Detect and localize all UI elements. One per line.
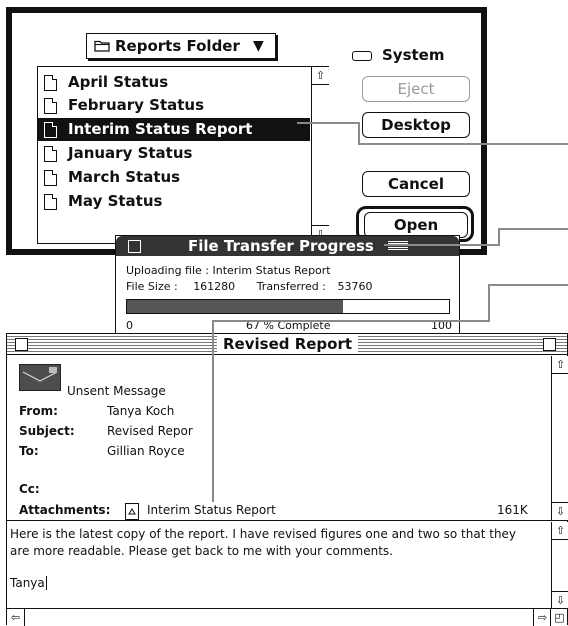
- titlebar-stripes: [388, 241, 408, 251]
- text-cursor: [45, 576, 47, 590]
- file-name: April Status: [68, 73, 169, 91]
- folder-icon: [94, 40, 110, 52]
- callout-line: [212, 320, 490, 322]
- file-list-item-selected[interactable]: Interim Status Report: [38, 118, 310, 141]
- desktop-button[interactable]: Desktop: [362, 112, 470, 138]
- message-body-line: are more readable. Please get back to me…: [10, 544, 393, 558]
- signature-text: Tanya: [10, 576, 45, 590]
- file-list-item[interactable]: January Status: [38, 142, 310, 165]
- file-list-item[interactable]: March Status: [38, 166, 310, 189]
- file-transfer-titlebar[interactable]: File Transfer Progress: [116, 236, 459, 256]
- envelope-graphic: [22, 367, 58, 382]
- transferred-label: Transferred :: [256, 280, 326, 293]
- from-label: From:: [19, 404, 58, 418]
- scroll-left-icon[interactable]: ⇦: [7, 609, 25, 626]
- callout-line: [358, 143, 568, 145]
- transfer-progress-bar: [126, 299, 450, 314]
- open-file-dialog: Reports Folder ▼ April Status February S…: [6, 7, 487, 255]
- close-box-icon[interactable]: [128, 240, 141, 253]
- file-list[interactable]: April Status February Status Interim Sta…: [37, 66, 329, 244]
- file-name: March Status: [68, 168, 181, 186]
- close-box-icon[interactable]: [15, 338, 28, 351]
- file-list-scrollbar[interactable]: ⇧ ⇩: [311, 67, 329, 243]
- to-field[interactable]: Gillian Royce: [107, 444, 185, 458]
- scroll-up-icon[interactable]: ⇧: [552, 522, 568, 540]
- attachment-size: 161K: [497, 503, 528, 517]
- to-label: To:: [19, 444, 39, 458]
- callout-line: [488, 284, 490, 322]
- file-name: January Status: [68, 144, 193, 162]
- file-list-item[interactable]: May Status: [38, 190, 310, 213]
- uploading-line: Uploading file : Interim Status Report: [126, 264, 331, 277]
- message-status: Unsent Message: [67, 384, 166, 398]
- message-window-title: Revised Report: [217, 334, 359, 354]
- document-icon: [44, 146, 57, 162]
- message-body[interactable]: Here is the latest copy of the report. I…: [10, 526, 546, 592]
- file-name: Interim Status Report: [68, 120, 253, 138]
- file-size-line: File Size : 161280 Transferred : 53760: [126, 280, 372, 293]
- callout-line: [498, 228, 500, 246]
- file-list-item[interactable]: February Status: [38, 94, 310, 117]
- disk-name: System: [352, 45, 444, 65]
- folder-popup-menu[interactable]: Reports Folder ▼: [86, 33, 276, 59]
- document-icon: [44, 122, 57, 138]
- scroll-up-icon[interactable]: ⇧: [552, 356, 568, 374]
- open-file-dialog-body: Reports Folder ▼ April Status February S…: [11, 12, 482, 250]
- callout-line: [212, 320, 214, 502]
- file-name: May Status: [68, 192, 163, 210]
- body-scrollbar[interactable]: ⇧ ⇩: [551, 522, 568, 608]
- message-body-blank-line: [10, 560, 546, 575]
- transferred-value: 53760: [337, 280, 373, 293]
- attachment-icon[interactable]: [125, 503, 139, 520]
- size-box-icon[interactable]: ◰: [550, 609, 568, 626]
- disk-icon: [352, 50, 372, 61]
- attachment-name[interactable]: Interim Status Report: [147, 503, 276, 517]
- callout-line: [358, 122, 360, 144]
- from-value[interactable]: Tanya Koch: [107, 404, 174, 418]
- cancel-button[interactable]: Cancel: [362, 171, 470, 197]
- header-body-divider: [7, 520, 567, 521]
- scroll-up-icon[interactable]: ⇧: [312, 67, 329, 85]
- uploading-label: Uploading file :: [126, 264, 210, 277]
- transfer-progress-fill: [127, 300, 343, 313]
- cc-label: Cc:: [19, 482, 40, 496]
- callout-line: [297, 122, 359, 124]
- chevron-down-icon: ▼: [253, 38, 264, 54]
- file-size-label: File Size :: [126, 280, 178, 293]
- horizontal-scrollbar[interactable]: ⇦ ⇨ ◰: [7, 608, 568, 626]
- attachment-icon-graphic: [128, 508, 136, 515]
- scroll-down-icon[interactable]: ⇩: [552, 591, 568, 609]
- scroll-down-icon[interactable]: ⇩: [552, 502, 568, 520]
- uploading-file: Interim Status Report: [212, 264, 331, 277]
- callout-line: [488, 284, 568, 286]
- disk-label: System: [382, 46, 445, 64]
- folder-popup-label: Reports Folder: [115, 37, 240, 55]
- file-list-item[interactable]: April Status: [38, 71, 310, 94]
- progress-scale-start: 0: [126, 319, 133, 332]
- zoom-box-icon[interactable]: [543, 338, 556, 351]
- header-scrollbar[interactable]: ⇧ ⇩: [551, 356, 568, 520]
- subject-label: Subject:: [19, 424, 75, 438]
- document-icon: [44, 194, 57, 210]
- message-body-line: Here is the latest copy of the report. I…: [10, 527, 517, 541]
- eject-button[interactable]: Eject: [362, 76, 470, 102]
- file-transfer-title: File Transfer Progress: [188, 237, 374, 255]
- callout-line: [384, 244, 499, 246]
- message-signature: Tanya: [10, 575, 546, 592]
- file-name: February Status: [68, 96, 205, 114]
- document-icon: [44, 170, 57, 186]
- message-window: Revised Report Unsent Message From: Tany…: [6, 333, 568, 626]
- document-icon: [44, 75, 57, 91]
- scroll-right-icon[interactable]: ⇨: [533, 609, 551, 626]
- subject-field[interactable]: Revised Repor: [107, 424, 193, 438]
- callout-line: [498, 228, 568, 230]
- attachments-label: Attachments:: [19, 503, 111, 517]
- file-size-value: 161280: [193, 280, 236, 293]
- document-icon: [44, 98, 57, 114]
- envelope-icon: [19, 364, 61, 391]
- message-titlebar[interactable]: Revised Report: [7, 334, 567, 355]
